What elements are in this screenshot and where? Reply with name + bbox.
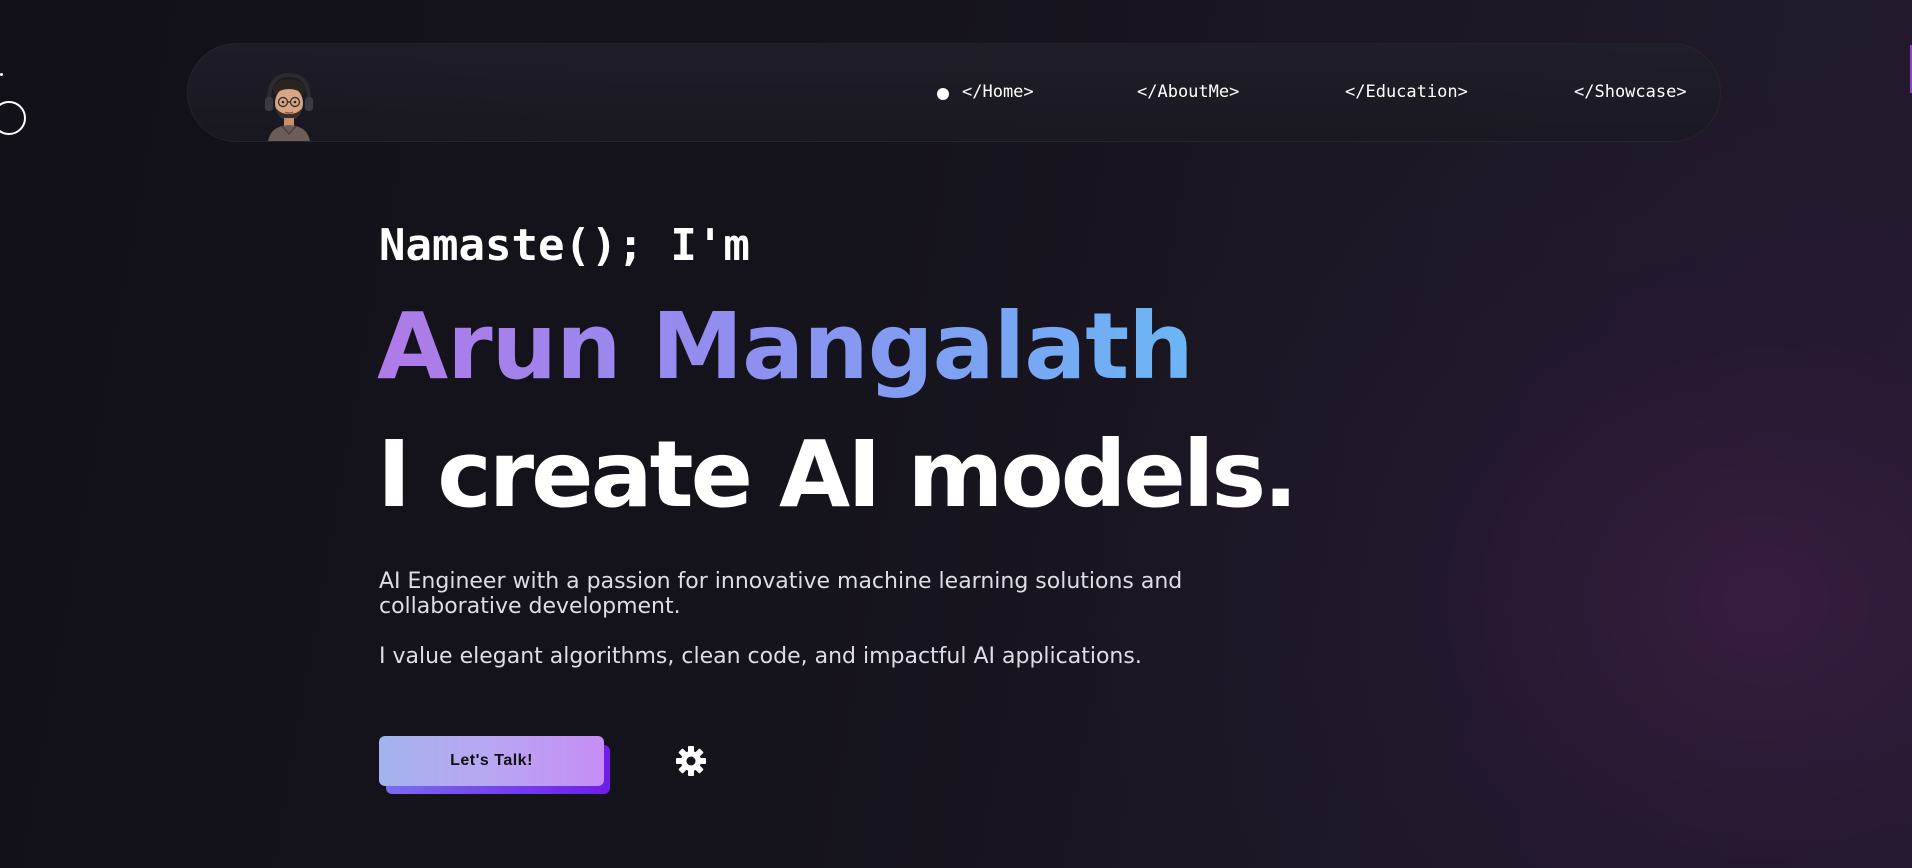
nav-item-aboutme[interactable]: </AboutMe> <box>1137 82 1239 102</box>
hero-tagline: I create AI models. <box>377 421 1298 528</box>
hero-description-2: I value elegant algorithms, clean code, … <box>379 644 1142 669</box>
nav-item-home[interactable]: </Home> <box>962 82 1034 102</box>
active-dot-icon <box>937 88 949 100</box>
nav-links: </Home> </AboutMe> </Education> </Showca… <box>188 44 1720 141</box>
hero-greeting: Namaste(); I'm <box>379 220 750 271</box>
nav-item-education[interactable]: </Education> <box>1345 82 1468 102</box>
navbar: </Home> </AboutMe> </Education> </Showca… <box>187 43 1721 142</box>
cursor-dot <box>0 73 3 76</box>
cta-group: Let's Talk! <box>379 736 611 794</box>
hero-description-1: AI Engineer with a passion for innovativ… <box>379 569 1183 619</box>
nav-item-showcase[interactable]: </Showcase> <box>1574 82 1687 102</box>
hero-name: Arun Mangalath <box>377 293 1194 400</box>
gear-icon[interactable] <box>675 745 707 777</box>
lets-talk-button[interactable]: Let's Talk! <box>379 736 604 786</box>
